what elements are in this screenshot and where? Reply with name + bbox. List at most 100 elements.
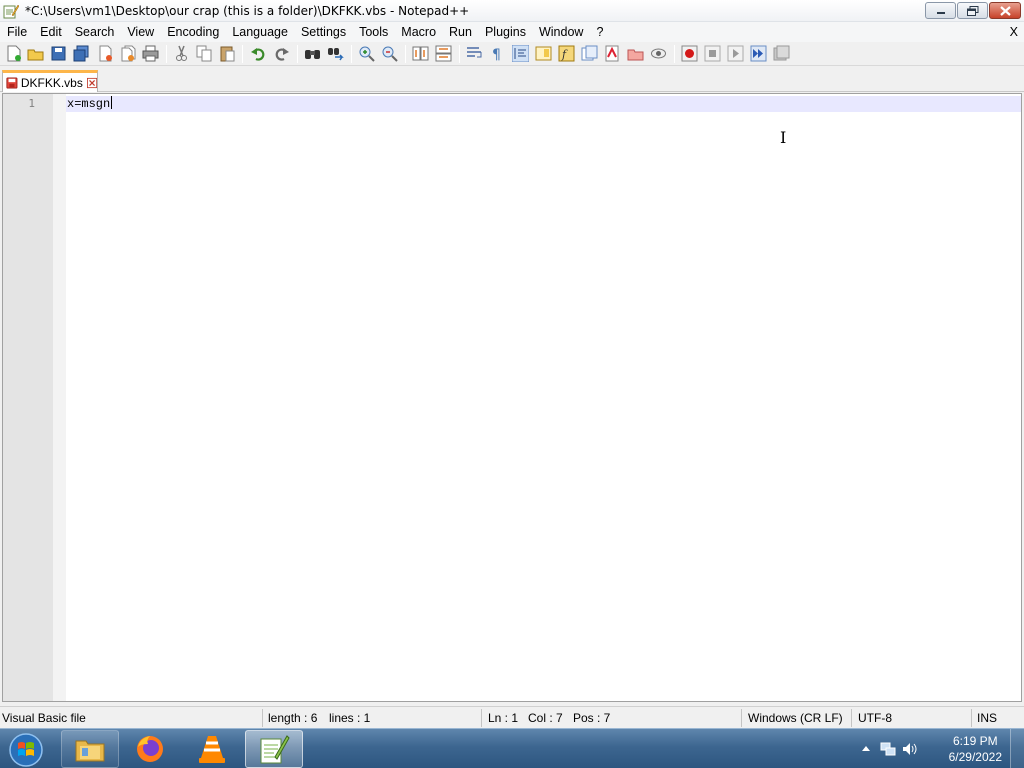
tab-bar: DKFKK.vbs <box>0 66 1024 92</box>
restore-button[interactable] <box>957 2 988 19</box>
menu-macro[interactable]: Macro <box>394 22 442 42</box>
taskbar-notepadpp[interactable] <box>245 730 303 768</box>
toolbar-separator <box>674 45 675 63</box>
document-map-icon[interactable] <box>535 45 552 62</box>
toolbar-separator <box>297 45 298 63</box>
taskbar-clock[interactable]: 6:19 PM 6/29/2022 <box>949 733 1002 765</box>
svg-text:¶: ¶ <box>492 47 501 62</box>
start-button[interactable] <box>6 732 46 768</box>
vlc-icon <box>199 736 225 763</box>
stop-record-icon[interactable] <box>704 45 721 62</box>
browser-preview-icon[interactable] <box>650 45 667 62</box>
toolbar-separator <box>351 45 352 63</box>
run-macro-multiple-icon[interactable] <box>750 45 767 62</box>
code-text: x=msgn <box>67 97 111 111</box>
save-icon[interactable] <box>50 45 67 62</box>
windows-explorer-icon <box>75 740 105 762</box>
find-icon[interactable] <box>304 45 321 62</box>
word-wrap-icon[interactable] <box>466 45 483 62</box>
minimize-button[interactable] <box>925 2 956 19</box>
menu-file[interactable]: File <box>0 22 33 42</box>
show-desktop-button[interactable] <box>1010 729 1024 768</box>
status-insert-mode[interactable]: INS <box>977 707 997 729</box>
taskbar-explorer[interactable] <box>61 730 119 768</box>
volume-icon[interactable] <box>902 741 918 757</box>
window-title: *C:\Users\vm1\Desktop\our crap (this is … <box>25 3 470 18</box>
code-line[interactable]: x=msgn <box>67 96 113 112</box>
status-language: Visual Basic file <box>2 711 86 725</box>
status-col: Col : 7 <box>528 711 563 725</box>
title-bar[interactable]: *C:\Users\vm1\Desktop\our crap (this is … <box>0 0 1024 22</box>
editor-area[interactable]: 1 x=msgn I <box>2 93 1022 702</box>
fold-margin[interactable] <box>53 94 66 701</box>
network-icon[interactable] <box>880 741 896 757</box>
close-document-button[interactable]: X <box>1010 22 1018 42</box>
menu-search[interactable]: Search <box>68 22 121 42</box>
system-tray: 6:19 PM 6/29/2022 <box>854 729 1024 768</box>
menu-plugins[interactable]: Plugins <box>478 22 532 42</box>
record-macro-icon[interactable] <box>681 45 698 62</box>
menu-window[interactable]: Window <box>532 22 589 42</box>
zoom-out-icon[interactable] <box>381 45 398 62</box>
status-encoding[interactable]: UTF-8 <box>858 707 892 729</box>
toolbar-separator <box>405 45 406 63</box>
save-macro-icon[interactable] <box>773 45 790 62</box>
tab-close-icon[interactable] <box>86 77 97 89</box>
status-length: length : 6 <box>268 711 318 725</box>
close-all-icon[interactable] <box>120 45 137 62</box>
replace-icon[interactable] <box>327 45 344 62</box>
status-eol[interactable]: Windows (CR LF) <box>748 707 843 729</box>
paste-icon[interactable] <box>219 45 236 62</box>
cut-icon[interactable] <box>173 45 190 62</box>
status-ln: Ln : 1 <box>488 711 519 725</box>
menu-edit[interactable]: Edit <box>33 22 68 42</box>
close-file-icon[interactable] <box>97 45 114 62</box>
indent-guide-icon[interactable] <box>512 45 529 62</box>
toolbar-separator <box>459 45 460 63</box>
firefox-icon <box>137 736 163 762</box>
save-all-icon[interactable] <box>73 45 90 62</box>
line-number-margin[interactable] <box>3 94 53 701</box>
status-divider <box>851 709 852 727</box>
menu-tools[interactable]: Tools <box>352 22 394 42</box>
zoom-in-icon[interactable] <box>358 45 375 62</box>
notepadpp-icon <box>260 735 290 764</box>
menu-bar: File Edit Search View Encoding Language … <box>0 22 1024 42</box>
user-language-icon[interactable] <box>627 45 644 62</box>
sync-vertical-icon[interactable] <box>412 45 429 62</box>
notepadpp-app-icon[interactable] <box>3 3 19 19</box>
menu-run[interactable]: Run <box>442 22 478 42</box>
sync-horizontal-icon[interactable] <box>435 45 452 62</box>
taskbar-vlc[interactable] <box>183 730 241 768</box>
monitoring-icon[interactable] <box>604 45 621 62</box>
undo-icon[interactable] <box>250 45 267 62</box>
status-divider <box>741 709 742 727</box>
folder-as-workspace-icon[interactable] <box>581 45 598 62</box>
play-macro-icon[interactable] <box>727 45 744 62</box>
show-all-chars-icon[interactable]: ¶ <box>489 45 506 62</box>
menu-help[interactable]: ? <box>589 22 609 42</box>
copy-icon[interactable] <box>196 45 213 62</box>
taskbar: 6:19 PM 6/29/2022 <box>0 728 1024 768</box>
menu-settings[interactable]: Settings <box>294 22 352 42</box>
close-icon <box>999 5 1011 16</box>
restore-icon <box>966 5 978 16</box>
status-divider <box>481 709 482 727</box>
menu-language[interactable]: Language <box>225 22 294 42</box>
taskbar-firefox[interactable] <box>121 730 179 768</box>
toolbar: ¶ f <box>0 42 1024 66</box>
menu-view[interactable]: View <box>120 22 160 42</box>
show-hidden-icons-icon[interactable] <box>858 741 874 757</box>
print-icon[interactable] <box>142 45 159 62</box>
open-file-icon[interactable] <box>27 45 44 62</box>
function-list-icon[interactable]: f <box>558 45 575 62</box>
redo-icon[interactable] <box>273 45 290 62</box>
toolbar-separator <box>166 45 167 63</box>
close-window-button[interactable] <box>989 2 1021 19</box>
menu-encoding[interactable]: Encoding <box>160 22 225 42</box>
unsaved-file-icon <box>6 77 18 88</box>
clock-time: 6:19 PM <box>952 734 998 748</box>
new-file-icon[interactable] <box>5 45 22 62</box>
status-pos: Pos : 7 <box>573 711 611 725</box>
tab-dkfkk[interactable]: DKFKK.vbs <box>2 70 98 92</box>
